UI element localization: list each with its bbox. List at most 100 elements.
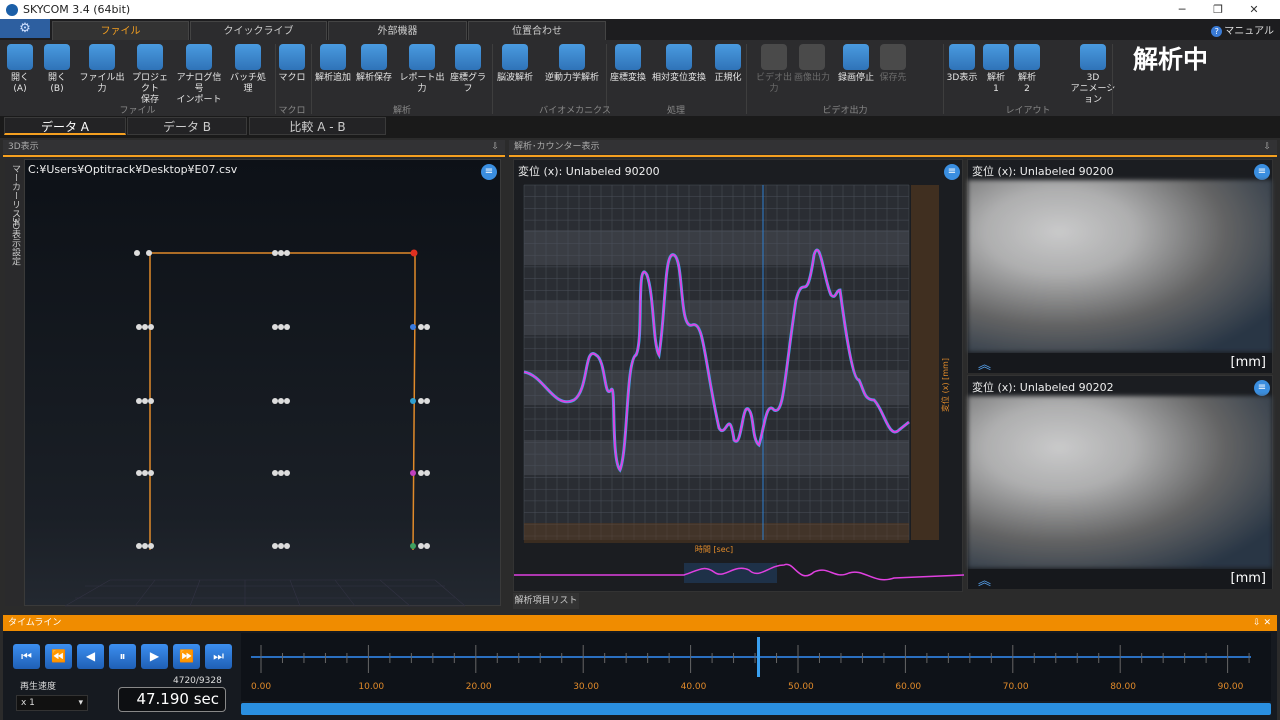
ribbon-button-label: 脳波解析 xyxy=(496,73,533,83)
ribbon-button-project-save[interactable]: プロジェクト 保存 xyxy=(128,42,172,105)
settings-gear-icon[interactable]: ⚙ xyxy=(0,19,50,38)
ribbon-button-label: ファイル出力 xyxy=(79,73,125,94)
time-display[interactable]: 47.190 sec xyxy=(118,687,226,712)
side-panel-menu-icon[interactable]: ≡ xyxy=(1254,380,1270,396)
timeline-tick-label: 10.00 xyxy=(358,682,385,692)
window-title: SKYCOM 3.4 (64bit) xyxy=(23,3,131,16)
tab-external-device[interactable]: 外部機器 xyxy=(328,21,467,40)
macro-icon xyxy=(279,44,305,70)
close-button[interactable]: ✕ xyxy=(1236,0,1272,19)
ribbon-button-record-stop[interactable]: 録画停止 xyxy=(836,42,876,100)
ribbon-button-walker[interactable]: 逆動力学解析 xyxy=(538,42,606,100)
timeline-pin-close[interactable]: ⇩ ✕ xyxy=(1253,615,1271,631)
timeline-track[interactable]: 0.00 10.00 20.00 30.00 40.00 50.00 60.00 70.00 8… xyxy=(241,633,1271,701)
timeline-cursor[interactable] xyxy=(757,637,760,677)
ribbon-button-xyz-graph[interactable]: 座標グラフ xyxy=(448,42,488,100)
timeline-tick-label: 70.00 xyxy=(1002,682,1029,692)
ribbon-button-analysis-save[interactable]: 解析保存 xyxy=(354,42,394,100)
ribbon-button-label: ビデオ出力 xyxy=(755,73,792,94)
x-axis-label: 時間 [sec] xyxy=(695,545,733,554)
ribbon-button-layout-1[interactable]: 解析 1 xyxy=(983,42,1009,100)
ribbon-button-video-out[interactable]: ビデオ出力 xyxy=(754,42,794,100)
tab-data-a[interactable]: データ A xyxy=(4,117,126,135)
3d-scene xyxy=(64,249,466,607)
side-panel-menu-icon[interactable]: ≡ xyxy=(1254,164,1270,180)
timeline-scrollbar[interactable] xyxy=(241,703,1271,715)
next-step-button[interactable]: ⏩ xyxy=(173,644,200,669)
ribbon-button-report[interactable]: レポート出力 xyxy=(397,42,447,100)
manual-link[interactable]: ? マニュアル xyxy=(1211,22,1274,37)
first-frame-button[interactable]: ⏮ xyxy=(13,644,40,669)
ribbon-button-image-out[interactable]: 画像出力 xyxy=(792,42,832,100)
chevron-down-icon: ▾ xyxy=(78,698,83,708)
timeline-tick-label: 40.00 xyxy=(680,682,707,692)
ribbon-button-brain[interactable]: 脳波解析 xyxy=(495,42,535,100)
3d-animation-icon xyxy=(1080,44,1106,70)
timeline-tick-label: 30.00 xyxy=(573,682,599,692)
ribbon-button-analog-import[interactable]: アナログ信号 インポート xyxy=(174,42,224,105)
ribbon-button-relative-disp[interactable]: 相対変位変換 xyxy=(650,42,708,100)
timeline-tick-label: 50.00 xyxy=(788,682,814,692)
prev-step-button[interactable]: ⏪ xyxy=(45,644,72,669)
ribbon-button-folder-a[interactable]: 開く (A) xyxy=(4,42,36,100)
ribbon-button-3d-animation[interactable]: 3D アニメーション xyxy=(1070,42,1116,105)
last-frame-button[interactable]: ⏭ xyxy=(205,644,232,669)
ribbon-button-folder-export[interactable]: ファイル出力 xyxy=(78,42,126,100)
play-button[interactable]: ▶ xyxy=(141,644,168,669)
ribbon-button-batch[interactable]: バッチ処理 xyxy=(226,42,270,100)
displacement-graph[interactable]: 変位 (x) [mm] 時間 [sec] xyxy=(514,160,964,593)
tab-file[interactable]: ファイル xyxy=(52,21,189,40)
3d-viewport[interactable]: C:¥Users¥Optitrack¥Desktop¥E07.csv ≡ xyxy=(24,159,501,607)
ribbon-button-3d-view[interactable]: 3D表示 xyxy=(944,42,980,100)
ribbon-button-label: レポート出力 xyxy=(399,73,445,94)
expand-icon[interactable]: ︽ xyxy=(978,570,991,589)
analysis-save-icon xyxy=(361,44,387,70)
ribbon-button-layout-2[interactable]: 解析 2 xyxy=(1014,42,1040,100)
ribbon-button-folder-b[interactable]: 開く (B) xyxy=(40,42,74,100)
tab-quick-live[interactable]: クイックライブ xyxy=(190,21,327,40)
side-panel-title: 変位 (x): Unlabeled 90202 xyxy=(972,381,1114,394)
side-panel-footer: ︽ [mm] xyxy=(968,569,1272,589)
timeline-header: タイムライン ⇩ ✕ xyxy=(3,615,1277,631)
ribbon-button-macro[interactable]: マクロ xyxy=(278,42,306,100)
pin-icon[interactable]: ⇩ xyxy=(491,140,499,154)
side-panel-title: 変位 (x): Unlabeled 90200 xyxy=(972,165,1114,178)
tab-data-b[interactable]: データ B xyxy=(127,117,247,135)
ribbon-button-label: 録画停止 xyxy=(837,73,874,83)
speed-select[interactable]: x 1 ▾ xyxy=(16,695,88,711)
side-tab-3d-settings[interactable]: 3D表示設定 xyxy=(9,217,22,266)
tab-alignment[interactable]: 位置合わせ xyxy=(468,21,606,40)
layout-2-icon xyxy=(1014,44,1040,70)
title-bar: SKYCOM 3.4 (64bit) ─ ❐ ✕ xyxy=(0,0,1280,19)
side-panel-90200: 変位 (x): Unlabeled 90200 ≡ ︽ [mm] xyxy=(967,159,1273,373)
ribbon-button-label: アナログ信号 インポート xyxy=(176,73,222,105)
ribbon-button-label: 解析 1 xyxy=(986,73,1005,94)
ribbon-button-label: 3D表示 xyxy=(946,73,978,83)
group-macro: マクロ xyxy=(278,106,306,116)
tab-analysis-item-list[interactable]: 解析項目リスト xyxy=(513,593,579,609)
ribbon-button-save-dest[interactable]: 保存先 xyxy=(876,42,910,100)
pin-icon[interactable]: ⇩ xyxy=(1263,140,1271,154)
expand-icon[interactable]: ︽ xyxy=(978,354,991,373)
ribbon-button-label: 保存先 xyxy=(879,73,907,83)
group-layout: レイアウト xyxy=(1005,106,1051,116)
data-tab-bar: データ A データ B 比較 A - B xyxy=(0,116,1280,138)
ribbon-button-analysis-add[interactable]: 解析追加 xyxy=(314,42,352,100)
ribbon-button-coord-transform[interactable]: 座標変換 xyxy=(608,42,648,100)
maximize-button[interactable]: ❐ xyxy=(1200,0,1236,19)
ribbon-button-label: マクロ xyxy=(278,73,306,83)
pause-button[interactable]: ⏸ xyxy=(109,644,136,669)
overview-window[interactable] xyxy=(684,563,777,583)
minimize-button[interactable]: ─ xyxy=(1164,0,1200,19)
ribbon-button-label: プロジェクト 保存 xyxy=(131,73,168,105)
reverse-play-button[interactable]: ◀ xyxy=(77,644,104,669)
coord-transform-icon xyxy=(615,44,641,70)
timeline: ⏮ ⏪ ◀ ⏸ ▶ ⏩ ⏭ 再生速度 x 1 ▾ 4720/9328 47.190… xyxy=(3,631,1277,720)
ribbon-tab-bar: ⚙ ファイル クイックライブ 外部機器 位置合わせ ? マニュアル xyxy=(0,19,1280,40)
unit-label: [mm] xyxy=(1230,571,1266,586)
tab-compare-a-b[interactable]: 比較 A - B xyxy=(249,117,386,135)
video-out-icon xyxy=(761,44,787,70)
image-out-icon xyxy=(799,44,825,70)
side-panel-90202: 変位 (x): Unlabeled 90202 ≡ ︽ [mm] xyxy=(967,375,1273,589)
ribbon-button-normalize[interactable]: 正規化 xyxy=(711,42,745,100)
